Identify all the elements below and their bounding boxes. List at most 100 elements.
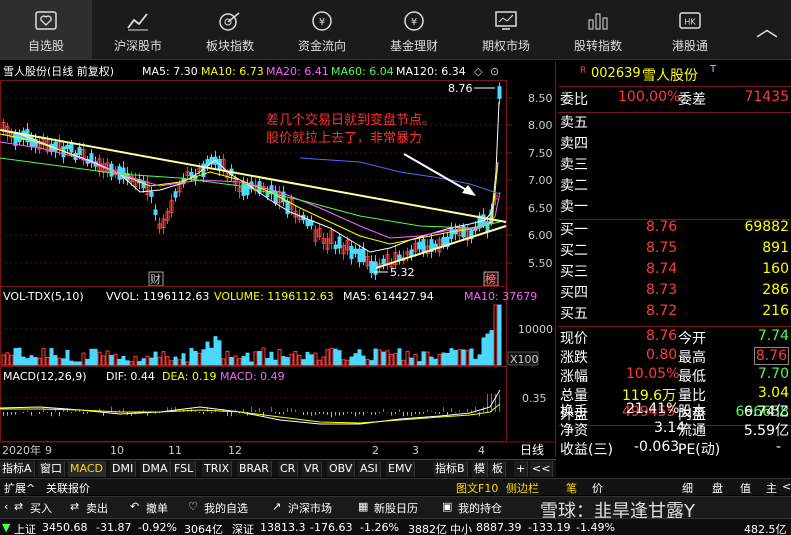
index-name[interactable]: 上证 [14, 521, 36, 535]
nav-hs-market[interactable]: 沪深股市 [92, 0, 184, 60]
volume-bar [221, 358, 226, 366]
related-quotes-button[interactable]: 关联报价 [46, 480, 90, 496]
tab-vr[interactable]: VR [302, 461, 323, 477]
open-price: 7.74 [757, 328, 789, 344]
nav-label: 资金流向 [297, 39, 346, 53]
volume-bar [321, 356, 326, 366]
tab-dma[interactable]: DMA [140, 461, 171, 477]
buy-row[interactable]: 买四 8.73 286 [558, 282, 791, 304]
eps: -0.063 [634, 439, 680, 455]
tab-fsl[interactable]: FSL [172, 461, 197, 477]
tab-price[interactable]: 价 [592, 480, 603, 496]
collapse-button[interactable]: < [782, 480, 791, 493]
tab-cr[interactable]: CR [278, 461, 299, 477]
volume-bar [297, 354, 302, 366]
cancel-order-button[interactable]: 撤单 [146, 500, 168, 516]
svg-text:¥: ¥ [319, 17, 325, 28]
buy-row[interactable]: 买三 8.74 160 [558, 261, 791, 283]
nav-watchlist[interactable]: 自选股 [0, 0, 92, 60]
candle [153, 209, 158, 215]
weibi-row: 委比 100.00% 委差 71435 [558, 89, 791, 111]
price-tick: 7.50 [528, 147, 553, 160]
diamond-icon[interactable]: ◇ [474, 65, 483, 78]
tab-template[interactable]: 模 [472, 461, 488, 477]
nav-fund-flow[interactable]: ¥ 资金流向 [276, 0, 368, 60]
tab-value[interactable]: 值 [740, 480, 751, 496]
tab-asi[interactable]: ASI [358, 461, 381, 477]
chevron-up-icon[interactable]: ︿ [752, 18, 782, 42]
nav-label: 港股通 [671, 39, 708, 53]
my-watchlist-button[interactable]: 我的自选 [204, 500, 248, 516]
sell-button[interactable]: 卖出 [86, 500, 108, 516]
tab-macd[interactable]: MACD [68, 461, 106, 477]
tab-indicator-a[interactable]: 指标A [0, 461, 35, 477]
tab-trix[interactable]: TRIX [202, 461, 233, 477]
nav-transfer-index[interactable]: 股转指数 [552, 0, 644, 60]
index-amount: 482.5亿 [744, 523, 787, 535]
nav-sector-index[interactable]: 板块指数 [184, 0, 276, 60]
index-name[interactable]: 深证 [232, 521, 254, 535]
sell-row: 卖二 [558, 175, 791, 197]
tab-emv[interactable]: EMV [386, 461, 415, 477]
stat-label: 净资 [560, 423, 588, 439]
volume-bar [285, 357, 290, 366]
nav-options-market[interactable]: 期权市场 [460, 0, 552, 60]
tab-detail[interactable]: 细 [682, 480, 693, 496]
buy-button[interactable]: 买入 [30, 500, 52, 516]
vvol-label: VVOL: 1196112.63 [106, 290, 209, 303]
sell-label: 卖一 [560, 199, 588, 215]
volume-bar [253, 351, 258, 366]
my-holdings-button[interactable]: 我的持仓 [458, 500, 502, 516]
index-name[interactable]: 中小 [450, 521, 472, 535]
current-price: 8.76 [646, 328, 678, 344]
hs-market-button[interactable]: 沪深市场 [288, 500, 332, 516]
vol-unit: X100 [510, 353, 539, 366]
tab-window[interactable]: 窗口 [38, 461, 65, 477]
x-label: 2 [372, 444, 379, 457]
ipo-calendar-button[interactable]: 新股日历 [374, 500, 418, 516]
buy-row[interactable]: 买一 8.76 69882 [558, 219, 791, 241]
period-label[interactable]: 日线 [520, 443, 544, 457]
tab-main[interactable]: 主 [766, 480, 777, 496]
tab-indicator-b[interactable]: 指标B [433, 461, 468, 477]
stat-label: 涨幅 [560, 369, 588, 385]
heart-icon [35, 11, 57, 30]
expand-button[interactable]: 扩展^ [4, 480, 35, 496]
volume-bar [209, 347, 214, 366]
chart-svg: 雪人股份(日线 前复权) MA5: 7.30 MA10: 6.73 MA20: … [0, 64, 556, 457]
tab-ticks[interactable]: 笔 [566, 480, 577, 496]
volume-bar [9, 354, 14, 366]
svg-text:HK: HK [684, 18, 696, 27]
back-icon[interactable]: ‹ [4, 500, 8, 513]
scroll-left-button[interactable]: << [530, 461, 554, 477]
buy-price: 8.74 [646, 261, 678, 277]
buy-row[interactable]: 买二 8.75 891 [558, 240, 791, 262]
chart-icon: ↗ [272, 500, 282, 513]
nav-hk-connect[interactable]: HK 港股通 [644, 0, 736, 60]
tab-brar[interactable]: BRAR [237, 461, 272, 477]
volume-bar [13, 348, 18, 366]
kline-chart[interactable]: 雪人股份(日线 前复权) MA5: 7.30 MA10: 6.73 MA20: … [0, 62, 556, 457]
volume-bar [261, 347, 266, 366]
settings-icon[interactable]: ⊙ [490, 65, 499, 78]
volume-bar [77, 361, 82, 366]
tab-dmi[interactable]: DMI [110, 461, 137, 477]
sidebar-button[interactable]: 侧边栏 [506, 480, 539, 496]
buy-row[interactable]: 买五 8.72 216 [558, 303, 791, 325]
add-tab-button[interactable]: + [514, 461, 529, 477]
f10-button[interactable]: 图文F10 [456, 480, 498, 496]
nav-fund-finance[interactable]: ¥ 基金理财 [368, 0, 460, 60]
volume-bar [453, 349, 458, 366]
tab-book[interactable]: 盘 [712, 480, 723, 496]
fundamentals: 换手 21.41% 股本 6.74亿 净资 3.14 流通 5.59亿 收益(三) -0.06… [558, 401, 791, 459]
stat-label: 流通 [678, 423, 706, 439]
tab-board[interactable]: 板 [490, 461, 506, 477]
tab-obv[interactable]: OBV [327, 461, 356, 477]
buy-label: 买二 [560, 243, 588, 259]
candle [149, 191, 154, 197]
volume-bar [369, 360, 374, 366]
rank-marker[interactable]: 榜 [485, 272, 496, 286]
candle [349, 246, 354, 260]
finance-marker[interactable]: 财 [150, 272, 161, 286]
buy-price: 8.72 [646, 303, 678, 319]
